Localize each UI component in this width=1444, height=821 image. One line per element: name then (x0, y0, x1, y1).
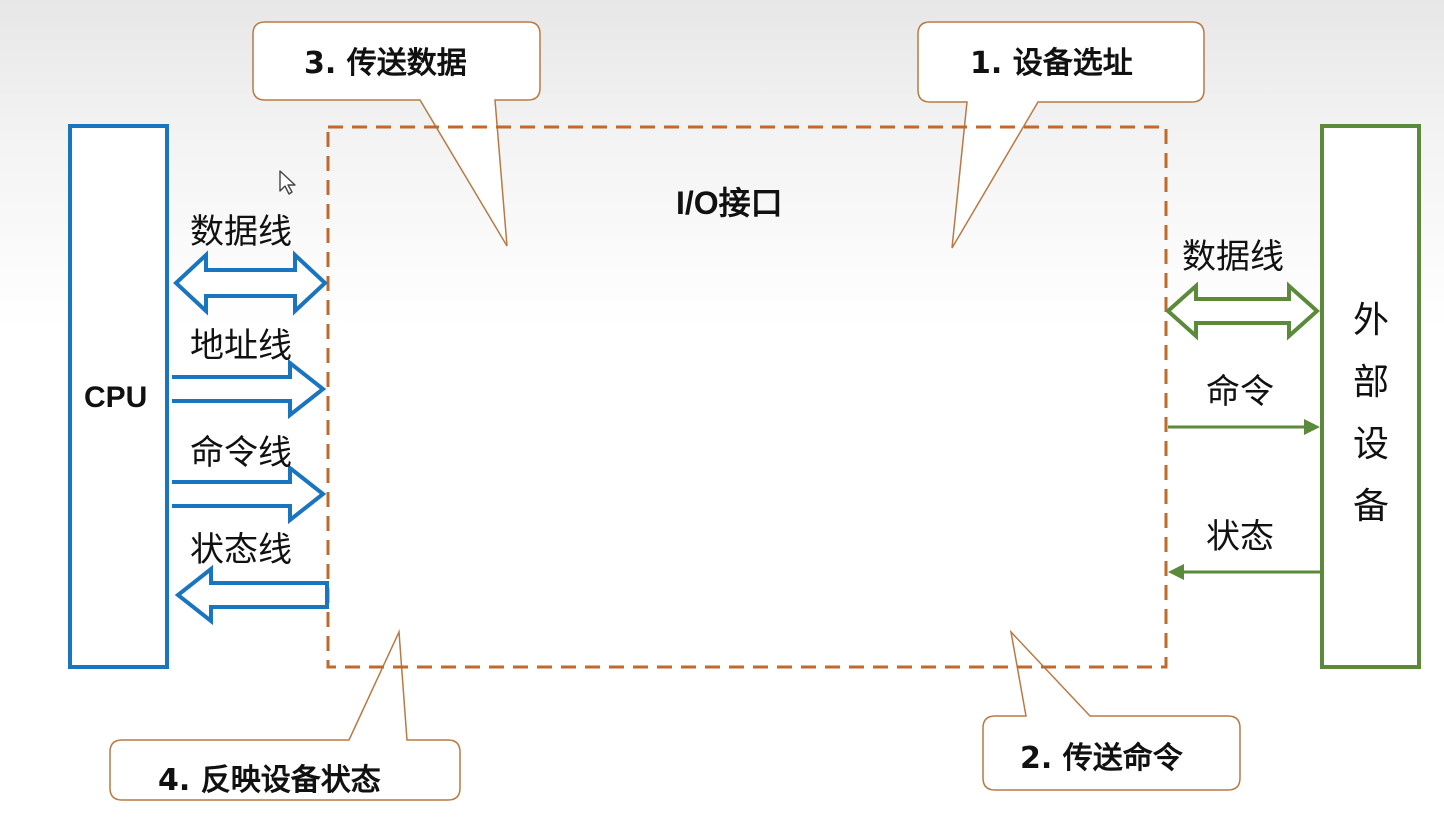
cpu-address-bus-arrow (172, 358, 327, 420)
device-label-char: 部 (1352, 362, 1389, 403)
callout-reflect-status: 4. 反映设备状态 (158, 763, 381, 798)
device-data-line-label: 数据线 (1182, 237, 1284, 277)
cpu-command-bus-arrow (172, 463, 327, 525)
cpu-command-line-label: 命令线 (190, 433, 292, 473)
device-status-arrowhead (1168, 564, 1184, 580)
callout-transfer-data: 3. 传送数据 (304, 46, 467, 81)
cpu-status-line-label: 状态线 (190, 530, 292, 570)
io-interface-label: I/O接口 (676, 185, 783, 221)
cpu-address-line-label: 地址线 (190, 326, 292, 366)
device-label-char: 设 (1352, 424, 1389, 465)
device-command-line-label: 命令 (1206, 372, 1274, 412)
callout-device-addressing: 1. 设备选址 (970, 46, 1133, 81)
cpu-data-line-label: 数据线 (190, 212, 292, 252)
device-label-char: 备 (1352, 486, 1389, 527)
device-label: 外 部 设 备 (1341, 290, 1401, 538)
cpu-data-bus-arrow (173, 250, 328, 316)
device-label-char: 外 (1352, 300, 1389, 341)
callout-transfer-command: 2. 传送命令 (1020, 741, 1183, 776)
device-status-line-label: 状态 (1206, 517, 1274, 557)
device-command-arrowhead (1304, 419, 1320, 435)
cpu-status-bus-arrow (174, 564, 329, 626)
mouse-pointer-icon (279, 170, 296, 195)
cpu-label: CPU (84, 381, 148, 414)
device-data-bus-arrow (1164, 281, 1321, 341)
